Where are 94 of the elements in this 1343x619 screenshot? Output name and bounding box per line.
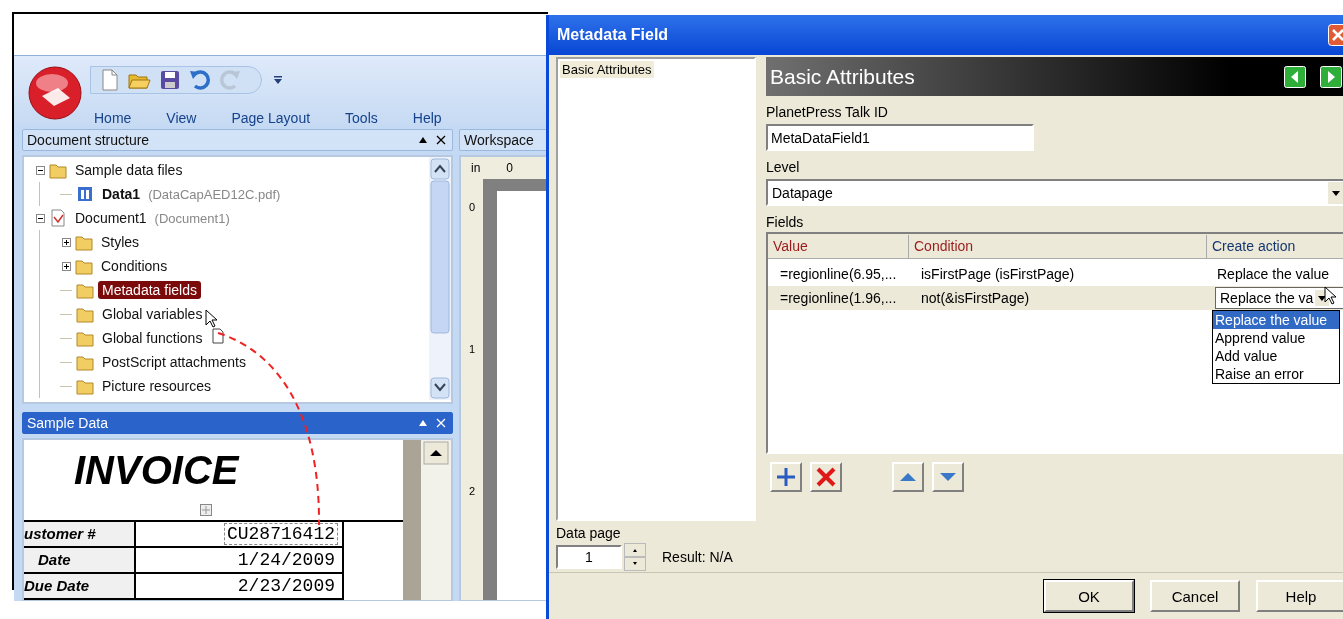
undo-icon[interactable] xyxy=(189,69,211,91)
tree-item[interactable]: Document1 xyxy=(71,209,151,227)
tree-item[interactable]: Global variables xyxy=(98,305,207,323)
field-label: Data page xyxy=(556,525,622,541)
plus-icon xyxy=(775,466,797,488)
expand-toggle[interactable] xyxy=(36,165,45,175)
folder-icon xyxy=(75,257,93,275)
invoice-label: ustomer # xyxy=(24,522,136,548)
folder-icon xyxy=(76,281,94,299)
table-cell-text: isFirstPage (isFirstPage) xyxy=(920,266,1076,282)
level-dropdown[interactable]: Datapage xyxy=(766,179,1343,206)
table-cell-text: Replace the value xyxy=(1216,266,1331,282)
table-icon xyxy=(76,185,94,203)
ruler-number: 1 xyxy=(468,343,476,355)
move-up-button[interactable] xyxy=(892,462,924,492)
result-text: Result: N/A xyxy=(662,549,733,565)
window-title: Metadata Field xyxy=(557,26,670,44)
ribbon-tab[interactable]: Page Layout xyxy=(231,110,324,126)
table-row[interactable]: =regionline(6.95,... isFirstPage (isFirstPage) Replace the value xyxy=(768,262,1343,286)
ruler-number: 0 xyxy=(506,161,514,175)
mouse-pointer-icon xyxy=(205,309,219,329)
panel-title: Sample Data xyxy=(27,415,109,431)
folder-icon xyxy=(75,233,93,251)
next-icon[interactable] xyxy=(1320,65,1342,88)
collapse-icon[interactable] xyxy=(418,136,428,144)
save-icon[interactable] xyxy=(159,69,181,91)
expand-toggle[interactable] xyxy=(62,237,71,247)
table-cell-text: =regionline(6.95,... xyxy=(779,266,898,282)
ruler-unit: in xyxy=(471,161,481,175)
ribbon-tab[interactable]: Tools xyxy=(345,110,391,126)
tree-item[interactable]: PostScript attachments xyxy=(98,353,250,371)
ruler-number: 2 xyxy=(468,485,476,497)
dropdown-option[interactable]: Raise an error xyxy=(1213,365,1339,383)
move-down-button[interactable] xyxy=(932,462,964,492)
talk-id-field[interactable]: MetaDataField1 xyxy=(766,124,1034,151)
dropdown-option[interactable]: Add value xyxy=(1213,347,1339,365)
dialog-button[interactable]: OK xyxy=(1044,580,1134,612)
tree-item[interactable]: Metadata fields xyxy=(98,281,201,299)
dialog-button[interactable]: Help xyxy=(1256,580,1343,612)
close-icon[interactable] xyxy=(436,135,446,145)
ruler-number: 0 xyxy=(468,201,476,213)
tree-item-detail: (Document1) xyxy=(154,210,230,226)
tree-item[interactable]: Global functions xyxy=(98,329,207,347)
tree-item[interactable]: Sample data files xyxy=(71,161,187,179)
mouse-pointer-icon xyxy=(1324,286,1338,306)
drag-copy-icon xyxy=(212,328,224,344)
invoice-value[interactable]: CU28716412 xyxy=(223,523,338,545)
folder-icon xyxy=(76,377,94,395)
tree-item-detail: (DataCapAED12C.pdf) xyxy=(148,186,281,202)
folder-icon xyxy=(76,305,94,323)
tree-item[interactable]: Conditions xyxy=(97,257,172,275)
tree-item[interactable]: Picture resources xyxy=(98,377,215,395)
dropdown-arrow-icon xyxy=(1328,181,1343,204)
panel-title: Document structure xyxy=(27,132,151,148)
invoice-heading: INVOICE xyxy=(73,447,241,494)
field-label: PlanetPress Talk ID xyxy=(766,104,889,120)
dropdown-option[interactable]: Apprend value xyxy=(1213,329,1339,347)
column-header[interactable]: Condition xyxy=(909,234,1207,258)
page-number-field[interactable]: 1 xyxy=(556,545,622,569)
folder-icon xyxy=(49,161,67,179)
ribbon-tab[interactable]: Help xyxy=(412,110,455,126)
column-header[interactable]: Value xyxy=(768,234,909,258)
tree-item[interactable]: Data1 xyxy=(98,185,145,203)
move-handle-icon[interactable] xyxy=(200,504,212,516)
dialog-button[interactable]: Cancel xyxy=(1150,580,1240,612)
dropdown-caret-icon[interactable] xyxy=(274,75,282,85)
invoice-value: 1/24/2009 xyxy=(236,549,336,571)
dropdown-option[interactable]: Replace the value xyxy=(1213,311,1339,329)
panel-title: Workspace xyxy=(464,132,535,148)
section-title: Basic Attributes xyxy=(770,64,916,89)
action-dropdown[interactable]: Replace the va xyxy=(1215,287,1343,309)
invoice-label: Due Date xyxy=(24,574,136,600)
folder-icon xyxy=(76,353,94,371)
table-row[interactable]: =regionline(1.96,... not(&isFirstPage) Replace the va xyxy=(768,286,1343,310)
tree-item[interactable]: Styles xyxy=(97,233,144,251)
previous-icon[interactable] xyxy=(1284,65,1306,88)
invoice-label: Date xyxy=(24,548,136,574)
navigation-item[interactable]: Basic Attributes xyxy=(560,61,654,78)
expand-toggle[interactable] xyxy=(62,261,71,271)
app-logo-icon[interactable] xyxy=(28,66,82,120)
document-icon xyxy=(49,209,67,227)
expand-toggle[interactable] xyxy=(36,213,45,223)
delete-icon xyxy=(815,466,837,488)
folder-icon xyxy=(76,329,94,347)
field-label: Fields xyxy=(766,214,805,230)
table-cell-text: not(&isFirstPage) xyxy=(920,290,1031,306)
invoice-value: 2/23/2009 xyxy=(236,575,336,597)
field-label: Level xyxy=(766,159,801,175)
ribbon-tab[interactable]: Home xyxy=(94,110,145,126)
delete-button[interactable] xyxy=(810,462,842,492)
column-header[interactable]: Create action xyxy=(1207,234,1343,258)
ribbon-tab[interactable]: View xyxy=(166,110,210,126)
table-cell-text: =regionline(1.96,... xyxy=(779,290,898,306)
add-button[interactable] xyxy=(770,462,802,492)
